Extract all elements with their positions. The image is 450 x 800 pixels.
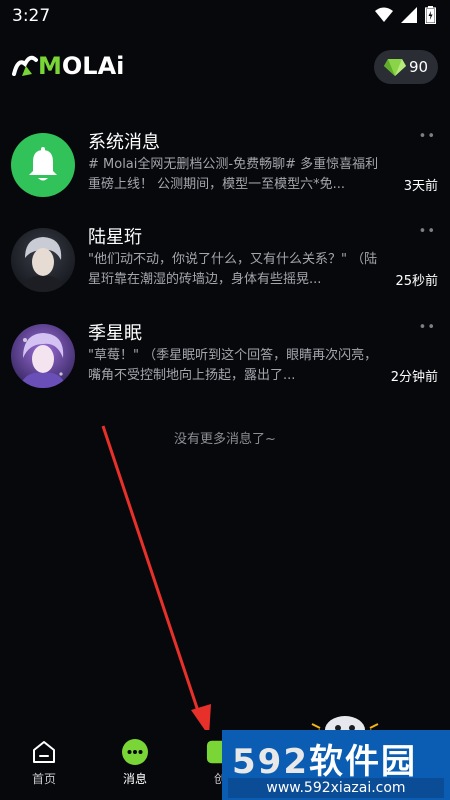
message-preview: "草莓！" （季星眠听到这个回答，眼睛再次闪亮，嘴角不受控制地向上扬起，露出了.… — [88, 348, 378, 383]
app-logo: MOLAi — [12, 52, 124, 80]
status-time: 3:27 — [12, 6, 51, 26]
wifi-icon — [375, 7, 393, 22]
nav-item-home[interactable]: 首页 — [14, 738, 74, 787]
nav-label-messages: 消息 — [122, 772, 147, 786]
message-time: 2分钟前 — [390, 370, 438, 385]
chat-icon — [121, 738, 149, 766]
message-preview: # Molai全网无删档公测-免费畅聊# 多重惊喜福利重磅上线！ 公测期间，模型… — [88, 157, 379, 192]
list-item[interactable]: 季星眠 •• "草莓！" （季星眠听到这个回答，眼睛再次闪亮，嘴角不受控制地向上… — [0, 316, 450, 412]
watermark-url: www.592xiazai.com — [228, 778, 444, 798]
message-title: 系统消息 — [88, 132, 160, 153]
logo-mark-icon — [12, 55, 38, 76]
logo-text: MOLAi — [38, 52, 125, 80]
character-portrait-icon — [11, 324, 75, 388]
nav-item-messages[interactable]: 消息 — [105, 738, 165, 787]
list-item[interactable]: 陆星珩 •• "他们动不动，你说了什么，又有什么关系？" （陆星珩靠在潮湿的砖墙… — [0, 220, 450, 316]
watermark: 592软件园 www.592xiazai.com — [222, 730, 450, 800]
avatar — [11, 228, 75, 292]
message-time: 3天前 — [403, 179, 438, 194]
more-options-icon[interactable]: •• — [419, 129, 436, 144]
no-more-messages-text: 没有更多消息了~ — [174, 432, 276, 447]
gem-balance-badge[interactable]: 90 — [374, 50, 438, 84]
bell-icon — [29, 147, 57, 181]
nav-label-home: 首页 — [31, 772, 56, 786]
more-options-icon[interactable]: •• — [419, 224, 436, 239]
gem-icon — [383, 59, 406, 76]
avatar — [11, 324, 75, 388]
more-options-icon[interactable]: •• — [419, 320, 436, 335]
status-icons — [375, 6, 436, 24]
message-time: 25秒前 — [395, 274, 438, 289]
battery-icon — [425, 6, 436, 24]
annotation-arrow — [101, 425, 211, 736]
message-title: 陆星珩 — [88, 227, 142, 248]
signal-icon — [401, 7, 417, 23]
status-bar: 3:27 — [0, 0, 450, 32]
watermark-brand: 592软件园 — [232, 742, 417, 782]
message-title: 季星眠 — [88, 323, 142, 344]
gem-count: 90 — [408, 58, 429, 76]
home-icon — [30, 738, 58, 766]
list-item[interactable]: 系统消息 •• # Molai全网无删档公测-免费畅聊# 多重惊喜福利重磅上线！… — [0, 125, 450, 221]
character-portrait-icon — [11, 228, 75, 292]
avatar — [11, 133, 75, 197]
message-preview: "他们动不动，你说了什么，又有什么关系？" （陆星珩靠在潮湿的砖墙边，身体有些摇… — [88, 252, 378, 287]
